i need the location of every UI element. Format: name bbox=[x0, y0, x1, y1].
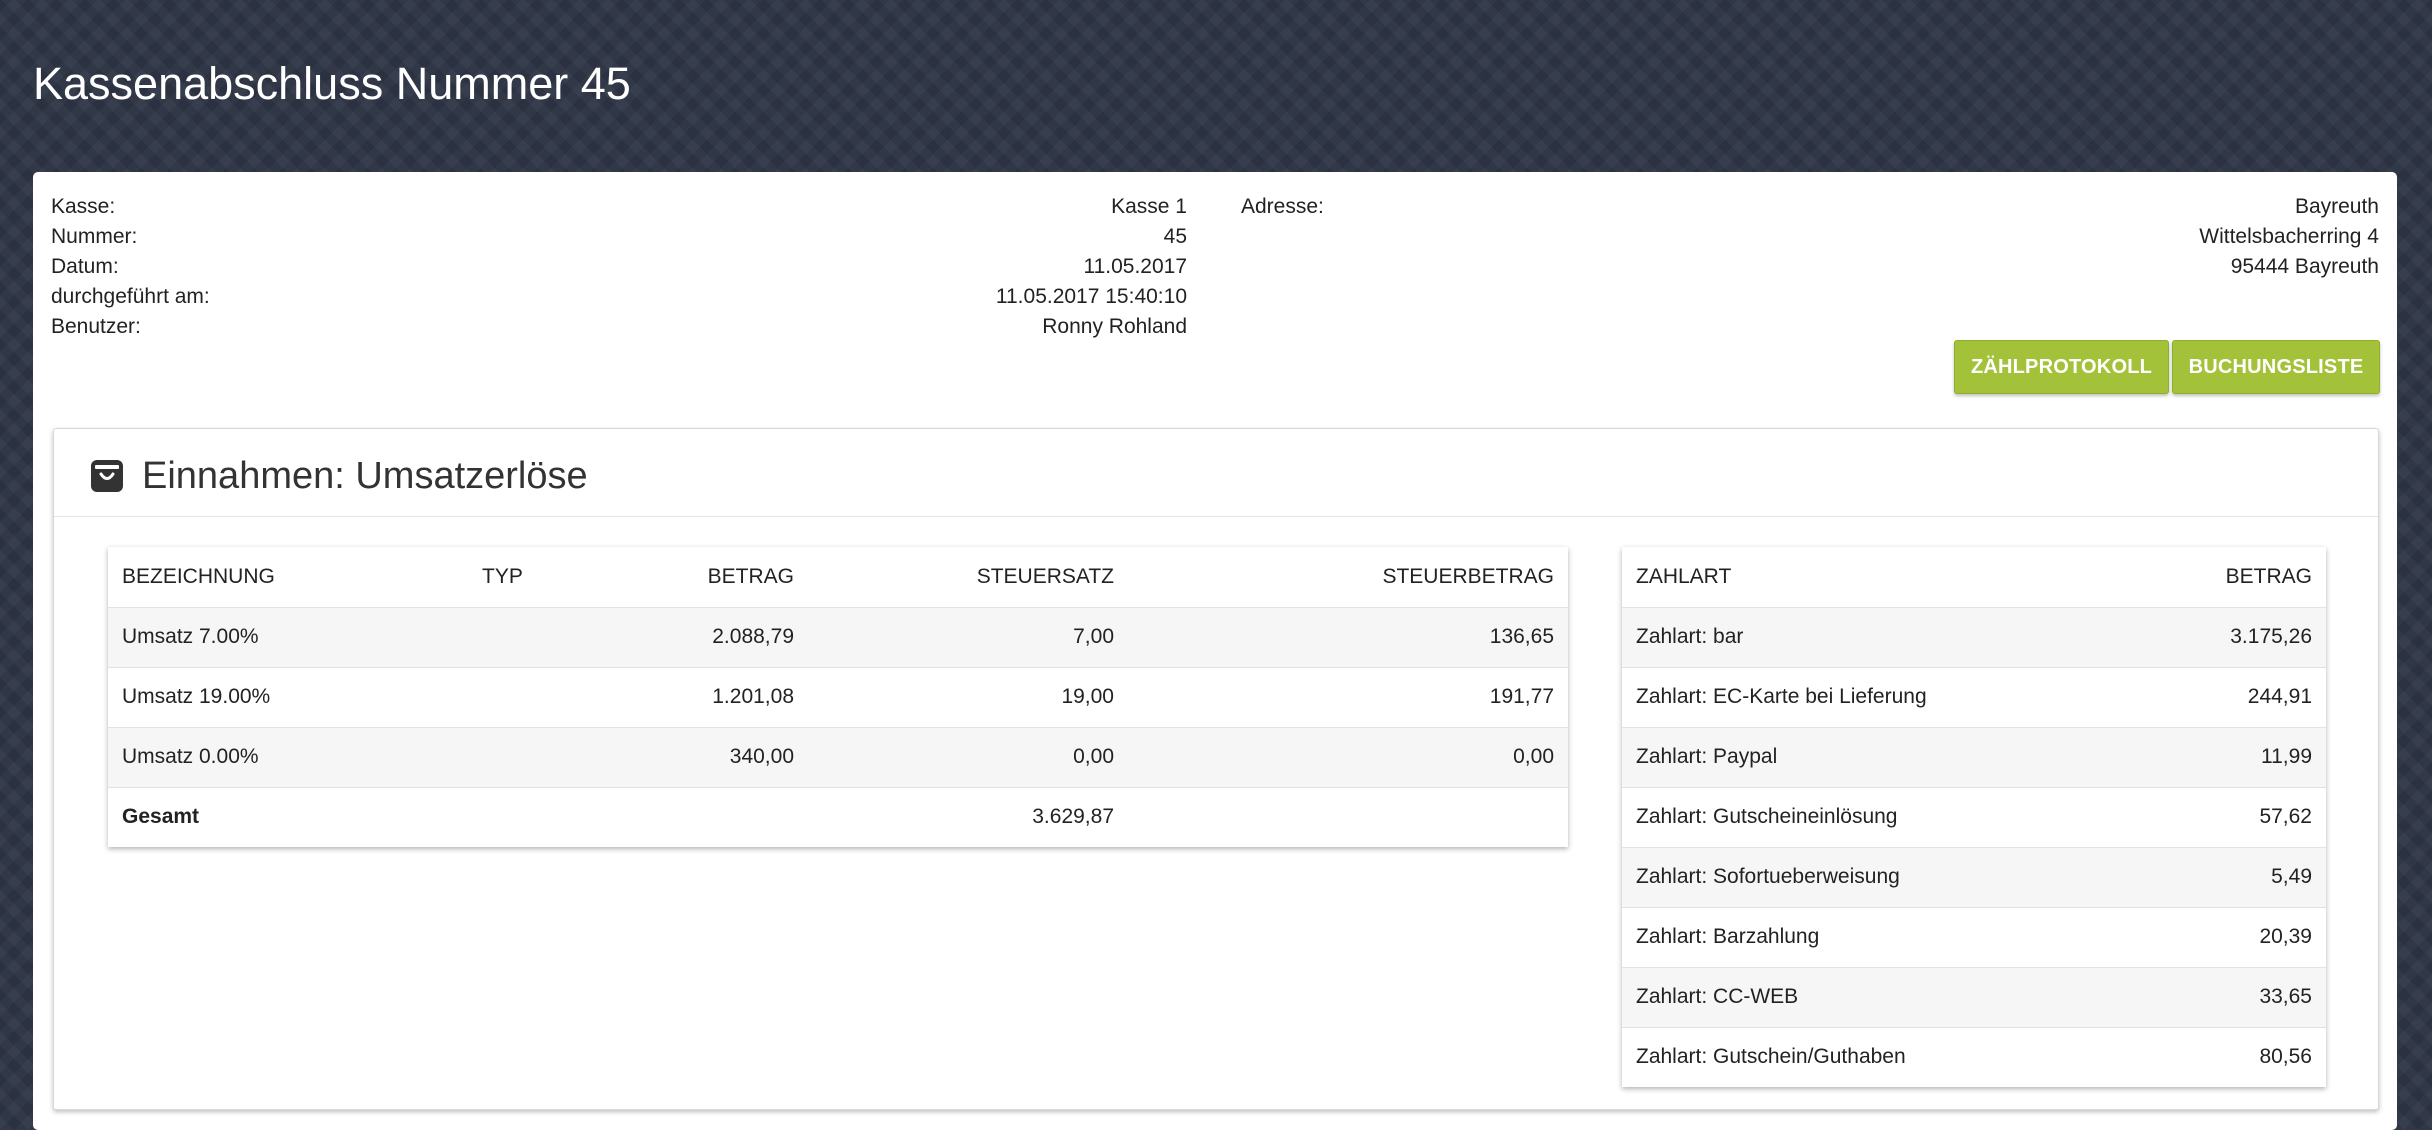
cell-steuersatz: 7,00 bbox=[808, 606, 1128, 667]
total-row: Gesamt 3.629,87 bbox=[108, 786, 1568, 847]
address-line-city: Bayreuth bbox=[2294, 195, 2379, 218]
cell-zahlart: Zahlart: Gutschein/Guthaben bbox=[1622, 1026, 2141, 1087]
cell-typ bbox=[468, 606, 618, 667]
total-label: Gesamt bbox=[108, 786, 468, 847]
col-bezeichnung[interactable]: BEZEICHNUNG bbox=[108, 547, 468, 607]
info-value: 11.05.2017 bbox=[1083, 255, 1187, 278]
cell-steuerbetrag: 0,00 bbox=[1128, 726, 1568, 787]
cell-zahlart: Zahlart: Barzahlung bbox=[1622, 906, 2141, 967]
cell-betrag: 2.088,79 bbox=[618, 606, 808, 667]
table-row: Umsatz 7.00% 2.088,79 7,00 136,65 bbox=[108, 606, 1568, 667]
revenue-table: BEZEICHNUNG TYP BETRAG STEUERSATZ STEUER… bbox=[108, 547, 1568, 847]
main-panel: Kasse: Kasse 1 Nummer: 45 Datum: 11.05.2… bbox=[33, 172, 2397, 1130]
col-steuersatz[interactable]: STEUERSATZ bbox=[808, 547, 1128, 607]
col-betrag[interactable]: BETRAG bbox=[2140, 547, 2326, 607]
address-row: 95444 Bayreuth bbox=[1241, 252, 2379, 282]
info-row-durchgefuehrt: durchgeführt am: 11.05.2017 15:40:10 bbox=[51, 282, 1187, 312]
shopping-bag-icon bbox=[91, 460, 123, 492]
info-row-kasse: Kasse: Kasse 1 bbox=[51, 192, 1187, 222]
cell-zahlart: Zahlart: CC-WEB bbox=[1622, 966, 2141, 1027]
table-row: Zahlart: Gutschein/Guthaben 80,56 bbox=[1622, 1026, 2326, 1087]
table-row: Umsatz 19.00% 1.201,08 19,00 191,77 bbox=[108, 666, 1568, 727]
cell-bezeichnung: Umsatz 0.00% bbox=[108, 726, 468, 787]
cell-betrag: 1.201,08 bbox=[618, 666, 808, 727]
info-row-benutzer: Benutzer: Ronny Rohland bbox=[51, 312, 1187, 342]
table-header-row: ZAHLART BETRAG bbox=[1622, 547, 2326, 607]
address-info: Adresse: Bayreuth Wittelsbacherring 4 95… bbox=[1241, 192, 2379, 282]
info-label: Datum: bbox=[51, 255, 119, 278]
cell-bezeichnung: Umsatz 7.00% bbox=[108, 606, 468, 667]
info-label: Kasse: bbox=[51, 195, 116, 218]
buchungsliste-button[interactable]: BUCHUNGSLISTE bbox=[2172, 340, 2380, 394]
cell-betrag: 33,65 bbox=[2140, 966, 2326, 1027]
cell-steuersatz: 19,00 bbox=[808, 666, 1128, 727]
table-row: Zahlart: Sofortueberweisung 5,49 bbox=[1622, 846, 2326, 907]
address-line-street: Wittelsbacherring 4 bbox=[2199, 225, 2379, 248]
register-info: Kasse: Kasse 1 Nummer: 45 Datum: 11.05.2… bbox=[51, 192, 1187, 342]
info-value: 11.05.2017 15:40:10 bbox=[995, 285, 1187, 308]
cell-betrag: 3.175,26 bbox=[2140, 606, 2326, 667]
table-row: Zahlart: Gutscheineinlösung 57,62 bbox=[1622, 786, 2326, 847]
payment-table: ZAHLART BETRAG Zahlart: bar 3.175,26 Zah… bbox=[1622, 547, 2326, 1087]
table-header-row: BEZEICHNUNG TYP BETRAG STEUERSATZ STEUER… bbox=[108, 547, 1568, 607]
col-steuerbetrag[interactable]: STEUERBETRAG bbox=[1128, 547, 1568, 607]
info-value: Ronny Rohland bbox=[1042, 315, 1187, 338]
cell-betrag: 340,00 bbox=[618, 726, 808, 787]
info-label: Nummer: bbox=[51, 225, 138, 248]
table-row: Zahlart: CC-WEB 33,65 bbox=[1622, 966, 2326, 1027]
cell-zahlart: Zahlart: EC-Karte bei Lieferung bbox=[1622, 666, 2141, 727]
cell-zahlart: Zahlart: Sofortueberweisung bbox=[1622, 846, 2141, 907]
cell-typ bbox=[468, 726, 618, 787]
col-zahlart[interactable]: ZAHLART bbox=[1622, 547, 2140, 607]
cell-betrag: 244,91 bbox=[2140, 666, 2326, 727]
cell-typ bbox=[468, 666, 618, 727]
cell-steuersatz: 0,00 bbox=[808, 726, 1128, 787]
info-row-datum: Datum: 11.05.2017 bbox=[51, 252, 1187, 282]
cell-zahlart: Zahlart: bar bbox=[1622, 606, 2141, 667]
cell-bezeichnung: Umsatz 19.00% bbox=[108, 666, 468, 727]
info-label: Benutzer: bbox=[51, 315, 141, 338]
info-label: durchgeführt am: bbox=[51, 285, 210, 308]
cell-betrag: 57,62 bbox=[2140, 786, 2326, 847]
cell-steuerbetrag: 191,77 bbox=[1128, 666, 1568, 727]
table-row: Zahlart: Paypal 11,99 bbox=[1622, 726, 2326, 787]
cell-zahlart: Zahlart: Paypal bbox=[1622, 726, 2141, 787]
page-title: Kassenabschluss Nummer 45 bbox=[33, 58, 631, 109]
total-value: 3.629,87 bbox=[808, 786, 1128, 847]
address-row: Wittelsbacherring 4 bbox=[1241, 222, 2379, 252]
section-title: Einnahmen: Umsatzerlöse bbox=[142, 455, 588, 497]
col-betrag[interactable]: BETRAG bbox=[618, 547, 808, 607]
cell-betrag: 11,99 bbox=[2140, 726, 2326, 787]
cell-betrag: 5,49 bbox=[2140, 846, 2326, 907]
revenue-card: Einnahmen: Umsatzerlöse BEZEICHNUNG TYP … bbox=[53, 428, 2379, 1110]
cell-steuerbetrag: 136,65 bbox=[1128, 606, 1568, 667]
table-row: Zahlart: EC-Karte bei Lieferung 244,91 bbox=[1622, 666, 2326, 727]
address-line-zip: 95444 Bayreuth bbox=[2230, 255, 2379, 278]
info-value: Kasse 1 bbox=[1111, 195, 1187, 218]
table-row: Zahlart: bar 3.175,26 bbox=[1622, 606, 2326, 667]
table-row: Zahlart: Barzahlung 20,39 bbox=[1622, 906, 2326, 967]
cell-betrag: 80,56 bbox=[2140, 1026, 2326, 1087]
cell-betrag: 20,39 bbox=[2140, 906, 2326, 967]
info-value: 45 bbox=[1163, 225, 1187, 248]
address-row: Adresse: Bayreuth bbox=[1241, 192, 2379, 222]
zaehlprotokoll-button[interactable]: ZÄHLPROTOKOLL bbox=[1954, 340, 2169, 394]
col-typ[interactable]: TYP bbox=[468, 547, 618, 607]
info-row-nummer: Nummer: 45 bbox=[51, 222, 1187, 252]
card-header: Einnahmen: Umsatzerlöse bbox=[54, 429, 2378, 517]
address-label: Adresse: bbox=[1241, 195, 1324, 218]
table-row: Umsatz 0.00% 340,00 0,00 0,00 bbox=[108, 726, 1568, 787]
cell-zahlart: Zahlart: Gutscheineinlösung bbox=[1622, 786, 2141, 847]
